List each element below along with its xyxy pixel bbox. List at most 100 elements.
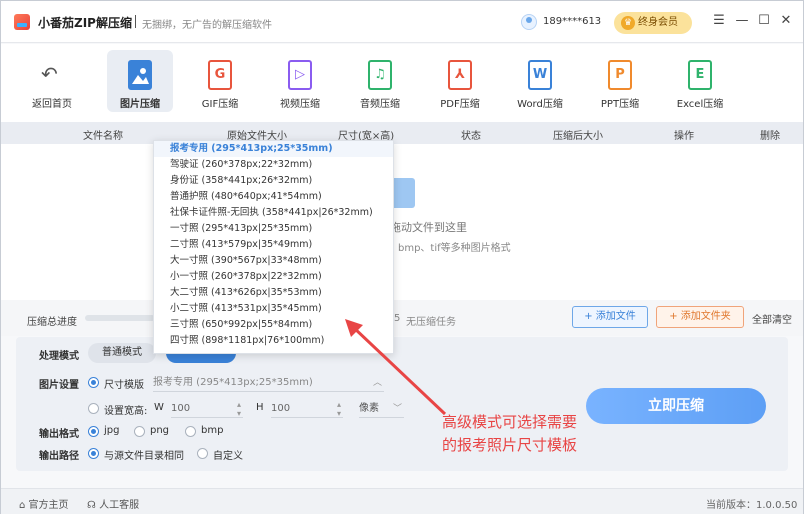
- compress-now-button[interactable]: 立即压缩: [586, 388, 766, 424]
- home-link[interactable]: ⌂ 官方主页: [19, 496, 69, 511]
- clear-all-button[interactable]: 全部清空: [752, 311, 792, 326]
- image-placeholder-icon: [391, 178, 415, 208]
- format-bmp-label: bmp: [201, 425, 224, 436]
- dropdown-option[interactable]: 社保卡证件照-无回执 (358*441px|26*32mm): [154, 205, 393, 221]
- maximize-icon[interactable]: ☐: [756, 13, 772, 29]
- formats-hint: bmp、tif等多种图片格式: [398, 243, 511, 254]
- path-custom-radio[interactable]: [197, 448, 208, 459]
- col-delete: 删除: [760, 131, 780, 142]
- drop-hint: 拖动文件到这里: [390, 221, 467, 234]
- status-footer: ⌂ 官方主页 ☊ 人工客服 当前版本：1.0.0.50: [1, 488, 803, 514]
- tool-label: 图片压缩: [120, 99, 160, 110]
- home-icon: ⌂: [19, 500, 26, 511]
- app-tagline: 无捆绑，无广告的解压缩软件: [142, 20, 272, 31]
- col-file-name: 文件名称: [83, 131, 123, 142]
- back-home-button[interactable]: ↶ 返回首页: [19, 50, 85, 112]
- path-custom-label: 自定义: [213, 451, 243, 462]
- version-text: 当前版本：1.0.0.50: [706, 500, 798, 511]
- video-icon: ▷: [288, 60, 312, 90]
- vip-badge[interactable]: ♛ 终身会员: [614, 12, 692, 34]
- mode-label: 处理模式: [39, 351, 79, 362]
- stepper-icon[interactable]: ▴ ▾: [237, 400, 241, 418]
- progress-bar: [85, 315, 155, 321]
- path-same-label: 与源文件目录相同: [104, 451, 184, 462]
- dropdown-option[interactable]: 大一寸照 (390*567px|33*48mm): [154, 253, 393, 269]
- height-label: H: [256, 402, 264, 413]
- tool-audio-compress[interactable]: ♫ 音频压缩: [347, 50, 413, 112]
- annotation-arrow-icon: [345, 319, 447, 416]
- size-template-value: 报考专用 (295*413px;25*35mm): [153, 377, 313, 388]
- gif-icon: G: [208, 60, 232, 90]
- format-png-label: png: [150, 425, 170, 436]
- path-label: 输出路径: [39, 451, 79, 462]
- width-input[interactable]: 100 ▴ ▾: [171, 400, 243, 418]
- format-label: 输出格式: [39, 429, 79, 440]
- normal-mode-button[interactable]: 普通模式: [88, 343, 156, 363]
- minimize-icon[interactable]: —: [734, 13, 750, 29]
- format-png-radio[interactable]: [134, 426, 145, 437]
- ppt-icon: P: [608, 60, 632, 90]
- tool-label: 视频压缩: [280, 99, 320, 110]
- progress-label: 压缩总进度: [27, 317, 77, 328]
- back-home-label: 返回首页: [32, 99, 72, 110]
- tool-bar: ↶ 返回首页 图片压缩 G GIF压缩 ▷ 视频压缩 ♫ 音频压缩 ⅄ PDF压…: [1, 44, 803, 122]
- annotation-text: 高级模式可选择需要 的报考照片尺寸模板: [442, 411, 577, 457]
- tool-label: PDF压缩: [440, 99, 480, 110]
- add-folder-button[interactable]: + 添加文件夹: [656, 306, 744, 328]
- file-table-header: 文件名称 原始文件大小 尺寸(宽×高) 状态 压缩后大小 操作 删除: [1, 122, 803, 144]
- app-logo-icon: [14, 14, 30, 30]
- word-icon: W: [528, 60, 552, 90]
- format-bmp-radio[interactable]: [185, 426, 196, 437]
- support-link[interactable]: ☊ 人工客服: [87, 496, 139, 511]
- tool-pdf-compress[interactable]: ⅄ PDF压缩: [427, 50, 493, 112]
- annotation-line: 的报考照片尺寸模板: [442, 436, 578, 454]
- crown-icon: ♛: [621, 16, 635, 30]
- support-link-label: 人工客服: [99, 500, 140, 511]
- dropdown-option[interactable]: 普通护照 (480*640px;41*54mm): [154, 189, 393, 205]
- close-icon[interactable]: ✕: [778, 13, 794, 29]
- title-bar: 小番茄ZIP解压缩 无捆绑，无广告的解压缩软件 189****613 ♛ 终身会…: [1, 1, 803, 43]
- tool-ppt-compress[interactable]: P PPT压缩: [587, 50, 653, 112]
- home-link-label: 官方主页: [28, 500, 69, 511]
- add-file-button[interactable]: + 添加文件: [572, 306, 648, 328]
- col-compressed-size: 压缩后大小: [553, 131, 603, 142]
- height-input[interactable]: 100 ▴ ▾: [271, 400, 343, 418]
- excel-icon: E: [688, 60, 712, 90]
- dropdown-option[interactable]: 报考专用 (295*413px;25*35mm): [154, 141, 393, 157]
- menu-icon[interactable]: ☰: [711, 13, 727, 29]
- user-phone[interactable]: 189****613: [543, 16, 601, 27]
- dropdown-option[interactable]: 小二寸照 (413*531px|35*45mm): [154, 301, 393, 317]
- app-window: 小番茄ZIP解压缩 无捆绑，无广告的解压缩软件 189****613 ♛ 终身会…: [0, 0, 804, 514]
- tool-label: Word压缩: [517, 99, 563, 110]
- tool-label: PPT压缩: [600, 99, 640, 110]
- dropdown-option[interactable]: 身份证 (358*441px;26*32mm): [154, 173, 393, 189]
- col-operation: 操作: [674, 131, 694, 142]
- pdf-icon: ⅄: [448, 60, 472, 90]
- dropdown-option[interactable]: 二寸照 (413*579px|35*49mm): [154, 237, 393, 253]
- tool-gif-compress[interactable]: G GIF压缩: [187, 50, 253, 112]
- headset-icon: ☊: [87, 500, 96, 511]
- dropdown-option[interactable]: 小一寸照 (260*378px|22*32mm): [154, 269, 393, 285]
- dropdown-option[interactable]: 驾驶证 (260*378px;22*32mm): [154, 157, 393, 173]
- col-status: 状态: [461, 131, 481, 142]
- tool-image-compress[interactable]: 图片压缩: [107, 50, 173, 112]
- dropdown-option[interactable]: 大二寸照 (413*626px|35*53mm): [154, 285, 393, 301]
- vip-label: 终身会员: [638, 17, 678, 28]
- set-wh-radio[interactable]: [88, 403, 99, 414]
- path-same-radio[interactable]: [88, 448, 99, 459]
- back-arrow-icon: ↶: [41, 62, 58, 86]
- file-drop-area[interactable]: 拖动文件到这里 bmp、tif等多种图片格式: [1, 144, 803, 300]
- image-settings-label: 图片设置: [39, 380, 79, 391]
- tool-label: Excel压缩: [676, 99, 724, 110]
- size-template-label: 尺寸模版: [104, 380, 144, 391]
- tool-video-compress[interactable]: ▷ 视频压缩: [267, 50, 333, 112]
- title-separator: [135, 15, 136, 28]
- tool-excel-compress[interactable]: E Excel压缩: [667, 50, 733, 112]
- tool-label: GIF压缩: [201, 99, 239, 110]
- dropdown-option[interactable]: 一寸照 (295*413px|25*35mm): [154, 221, 393, 237]
- app-name: 小番茄ZIP解压缩: [38, 16, 132, 30]
- size-template-radio[interactable]: [88, 377, 99, 388]
- user-avatar-icon[interactable]: [521, 14, 537, 30]
- tool-word-compress[interactable]: W Word压缩: [507, 50, 573, 112]
- format-jpg-radio[interactable]: [88, 426, 99, 437]
